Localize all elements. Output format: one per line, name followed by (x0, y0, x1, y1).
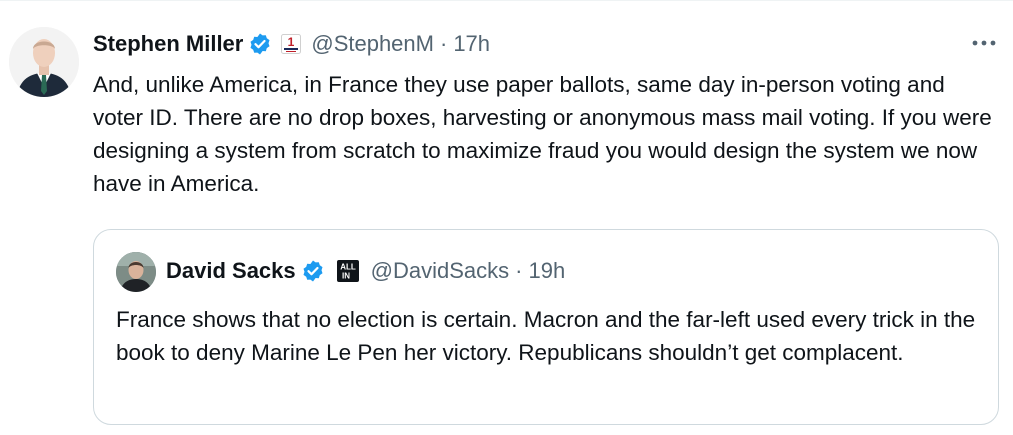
verified-badge-icon (301, 259, 325, 283)
tweet-text: And, unlike America, in France they use … (93, 72, 992, 196)
quoted-tweet-header: David Sacks ALL IN @DavidSacks · 19h (166, 255, 565, 287)
separator-dot: · (439, 31, 448, 56)
verified-badge-icon (248, 32, 272, 56)
separator-dot: · (515, 258, 523, 283)
author-name[interactable]: Stephen Miller (93, 31, 243, 57)
allin-badge-top-text: ALL (340, 263, 356, 272)
affiliation-badge-icon[interactable]: 1 (281, 34, 302, 54)
quoted-tweet-card[interactable]: David Sacks ALL IN @DavidSacks · 19h Fra… (93, 229, 999, 425)
quoted-author-handle[interactable]: @DavidSacks (371, 258, 510, 284)
author-avatar[interactable] (9, 27, 79, 97)
quoted-tweet-text: France shows that no election is certain… (116, 307, 976, 365)
tweet-time[interactable]: 17h (453, 31, 490, 57)
allin-badge-bottom-text: IN (342, 272, 350, 281)
allin-badge-icon[interactable]: ALL IN (336, 260, 359, 282)
quoted-author-name[interactable]: David Sacks (166, 258, 296, 284)
more-dots-icon[interactable] (968, 30, 1000, 56)
divider (0, 0, 1013, 1)
tweet-header: Stephen Miller 1 @StephenM · 17h (93, 28, 490, 60)
affiliation-badge-text: 1 (288, 35, 295, 49)
quoted-author-avatar[interactable] (116, 252, 156, 292)
quoted-tweet-time[interactable]: 19h (528, 258, 565, 284)
author-handle[interactable]: @StephenM (311, 31, 434, 57)
